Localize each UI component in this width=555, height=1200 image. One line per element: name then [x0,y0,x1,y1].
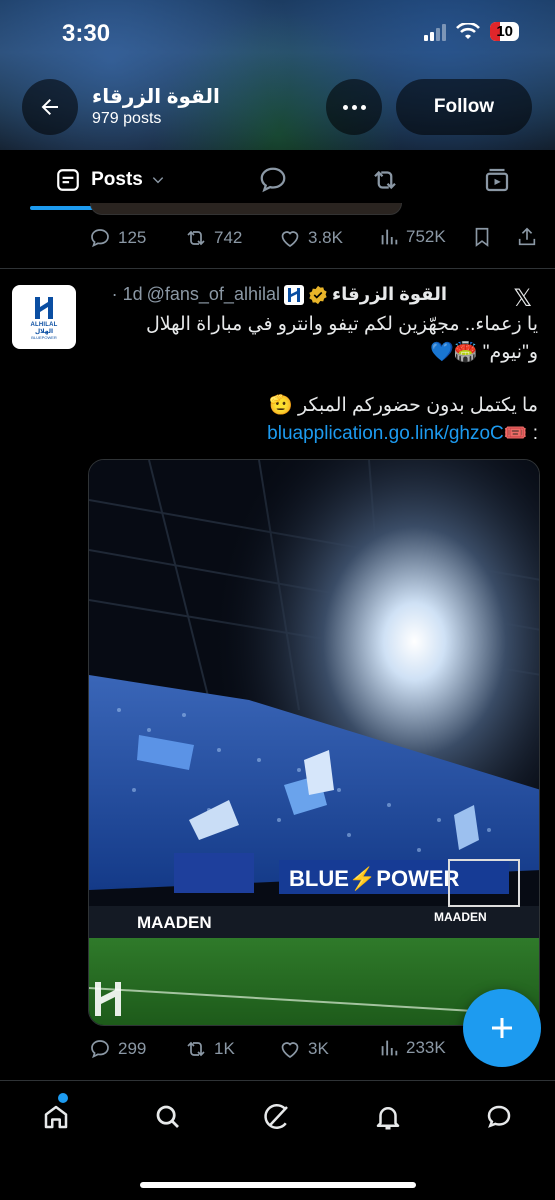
search-icon [156,1105,179,1128]
like-button[interactable]: 3.8K [278,226,343,250]
chevron-down-icon [152,177,164,184]
views-button[interactable]: 233K [378,1037,446,1059]
nav-search[interactable] [140,1095,196,1139]
arrow-left-icon [41,99,58,115]
repost-button[interactable]: 742 [184,226,242,250]
compose-post-button[interactable] [463,989,541,1067]
status-icons: 10 [424,22,519,41]
document-icon [57,169,79,191]
ad-board-text-2: MAADEN [434,910,487,924]
reply-count: 299 [118,1039,147,1058]
more-dots-icon [342,104,348,110]
messages-icon [487,1105,511,1128]
tab-posts-label: Posts [91,169,143,190]
plus-icon [492,1018,512,1038]
like-count: 3.8K [308,228,343,247]
post-author-name[interactable]: القوة الزرقاء [332,284,447,305]
repost-icon [374,170,396,190]
share-icon [518,227,536,246]
post-text-line3: ما يكتمل بدون حضوركم المبكر 🫡 [269,395,538,416]
follow-button[interactable]: Follow [396,79,532,135]
nav-home[interactable] [28,1095,84,1139]
tab-replies[interactable] [240,150,306,210]
post-text-line1: يا زعماء.. مجهّزين لكم تيفو وانترو في مب… [145,314,538,335]
post-image[interactable]: BLUE⚡POWER MAADEN MAADEN [88,459,540,1026]
share-button[interactable] [516,226,538,248]
nav-grok[interactable] [249,1095,305,1139]
repost-count: 742 [214,228,243,247]
reply-count: 125 [118,228,147,247]
signal-icon [424,23,447,41]
post-handle[interactable]: @fans_of_alhilal [147,284,280,305]
profile-tabs: Posts [0,150,555,210]
post-count: 979 posts [92,110,162,127]
ticket-prefix: 🎟️ : [503,423,538,444]
nav-messages[interactable] [471,1095,527,1139]
previous-post-actions: 125 742 3.8K 752K [88,223,538,253]
stadium-photo: BLUE⚡POWER MAADEN MAADEN [89,460,539,1025]
home-indicator [140,1182,416,1188]
notifications-icon [376,1107,400,1130]
views-icon [381,1040,398,1056]
profile-name: القوة الزرقاء [92,86,220,108]
alhilal-logo-icon [35,296,53,319]
post-header: · 1d @fans_of_alhilal القوة الزرقاء [112,284,447,305]
status-time: 3:30 [62,20,111,47]
repost-icon [187,1041,205,1057]
post-time: · 1d [111,284,143,304]
post-link[interactable]: bluapplication.go.link/ghzoC [267,423,504,444]
views-icon [381,229,398,245]
tab-media[interactable] [464,150,530,210]
post-text-line2: و"نيوم" 🏟️💙 [430,342,538,363]
grok-icon [264,1103,288,1129]
ad-board-text-1: MAADEN [137,913,212,932]
post-divider [0,268,555,269]
reply-button[interactable]: 125 [88,226,146,250]
like-count: 3K [308,1039,329,1058]
previous-post-image[interactable] [90,203,402,215]
bookmark-button[interactable] [471,226,493,248]
heart-icon [281,231,299,247]
verified-badge-icon [309,285,327,304]
post-link-line: bluapplication.go.link/ghzoC🎟️ : [88,420,538,447]
header-banner: 3:30 10 القوة الزرقاء 979 posts Follow [0,0,555,150]
views-button[interactable]: 752K [378,226,446,248]
repost-count: 1K [214,1039,235,1058]
reply-icon [91,229,109,248]
repost-icon [187,230,205,246]
home-icon [44,1105,68,1129]
battery-level: 10 [496,23,513,40]
repost-button[interactable]: 1K [184,1037,235,1061]
reply-icon [91,1040,109,1059]
wifi-icon [456,22,481,39]
view-count: 752K [406,227,446,246]
heart-icon [281,1042,299,1058]
reply-icon [260,167,286,193]
like-button[interactable]: 3K [278,1037,329,1061]
view-count: 233K [406,1038,446,1057]
bookmark-icon [475,227,489,247]
reply-button[interactable]: 299 [88,1037,146,1061]
tab-reposts[interactable] [352,150,418,210]
avatar[interactable]: ALHILAL الهلال BLUEPOWER [12,285,76,349]
banner-text: BLUE⚡POWER [289,866,460,892]
nav-notifications[interactable] [360,1095,416,1139]
alhilal-badge-icon [283,284,304,305]
battery-icon: 10 [490,22,519,41]
avatar-text-sub: BLUEPOWER [31,334,57,340]
media-icon [485,168,509,192]
avatar-text-ar: الهلال [34,328,54,335]
tab-posts[interactable]: Posts [30,150,190,210]
x-logo-icon: 𝕏 [513,285,533,312]
home-notification-dot [58,1093,68,1103]
back-button[interactable] [22,79,78,135]
more-options-button[interactable] [326,79,382,135]
